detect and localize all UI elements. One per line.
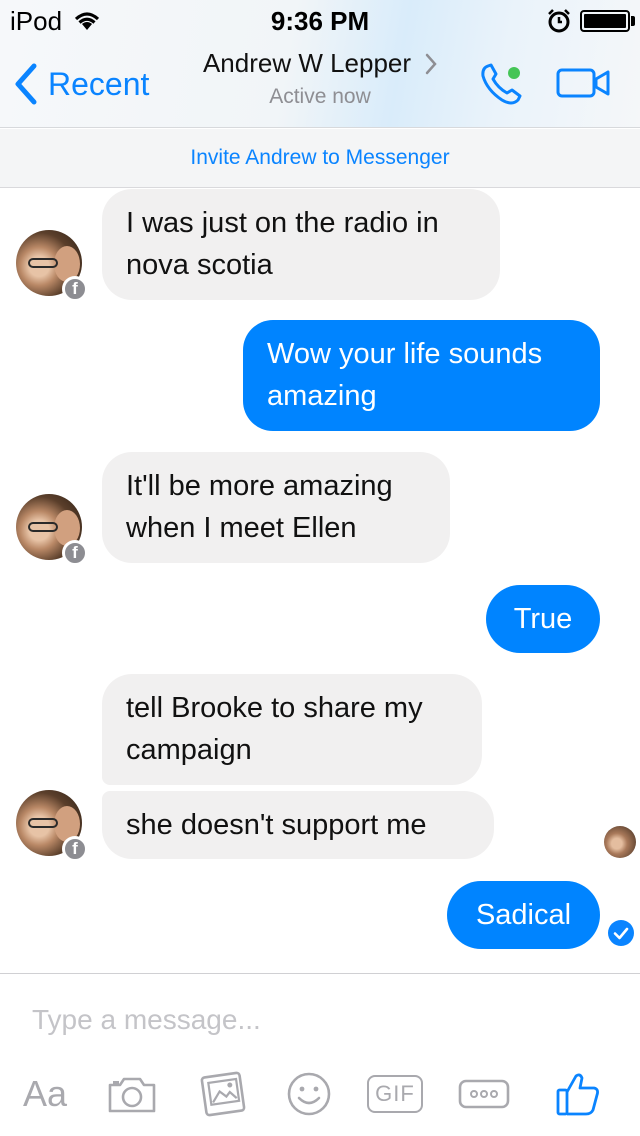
battery-tip <box>631 16 635 26</box>
thumbs-up-icon[interactable] <box>550 1066 606 1122</box>
delivered-check-icon <box>608 920 634 946</box>
composer-toolbar: Aa GIF <box>0 1066 640 1122</box>
text-format-label: Aa <box>22 1073 68 1114</box>
status-bar: iPod 9:36 PM <box>0 0 640 40</box>
battery-icon <box>580 10 630 32</box>
chevron-left-icon <box>15 63 37 105</box>
contact-name: Andrew W Lepper <box>202 48 412 78</box>
message-line: tell Brooke to share my <box>126 692 423 724</box>
nav-header: iPod 9:36 PM Recent Andrew W Lepper Acti… <box>0 0 640 128</box>
message-composer: Aa <box>0 973 640 1136</box>
text-format-icon[interactable]: Aa <box>14 1066 76 1122</box>
alarm-icon <box>546 8 572 39</box>
phone-icon <box>481 63 522 105</box>
facebook-badge-icon: f <box>62 836 88 862</box>
message-bubble-incoming[interactable]: she doesn't support me <box>102 791 494 859</box>
message-line: amazing <box>267 380 377 412</box>
more-icon[interactable] <box>456 1066 512 1122</box>
message-bubble-incoming[interactable]: I was just on the radio in nova scotia <box>102 189 500 300</box>
message-line: campaign <box>126 734 252 766</box>
status-time: 9:36 PM <box>270 6 370 36</box>
message-bubble-outgoing[interactable]: Wow your life sounds amazing <box>243 320 600 431</box>
invite-banner[interactable]: Invite Andrew to Messenger <box>0 129 640 188</box>
message-line: Wow your life sounds <box>267 338 543 370</box>
message-bubble-outgoing[interactable]: True <box>486 585 600 653</box>
voice-call-button[interactable] <box>478 60 528 113</box>
gallery-icon[interactable] <box>196 1066 250 1122</box>
read-receipt-avatar <box>604 826 636 858</box>
chevron-right-icon <box>425 53 437 74</box>
message-line: True <box>513 603 573 635</box>
contact-status: Active now <box>269 85 371 108</box>
gif-label: GIF <box>367 1075 423 1113</box>
messenger-screen: iPod 9:36 PM Recent Andrew W Lepper Acti… <box>0 0 640 1136</box>
message-line: It'll be more amazing <box>126 470 393 502</box>
emoji-icon[interactable] <box>284 1066 334 1122</box>
back-label: Recent <box>48 65 150 102</box>
contact-title[interactable]: Andrew W Lepper Active now <box>180 48 460 109</box>
video-camera-icon <box>556 68 610 98</box>
message-bubble-incoming[interactable]: It'll be more amazing when I meet Ellen <box>102 452 450 563</box>
gif-icon[interactable]: GIF <box>367 1066 423 1122</box>
message-bubble-incoming[interactable]: tell Brooke to share my campaign <box>102 674 482 785</box>
camera-icon[interactable] <box>104 1066 160 1122</box>
facebook-badge-icon: f <box>62 276 88 302</box>
message-line: Sadical <box>475 899 572 931</box>
message-line: she doesn't support me <box>126 809 427 841</box>
back-button[interactable]: Recent <box>14 62 149 106</box>
message-line: nova scotia <box>126 249 273 281</box>
video-call-button[interactable] <box>556 66 612 105</box>
message-input[interactable] <box>32 998 612 1042</box>
message-line: I was just on the radio in <box>126 207 439 239</box>
message-bubble-outgoing[interactable]: Sadical <box>447 881 600 949</box>
facebook-badge-icon: f <box>62 540 88 566</box>
message-line: when I meet Ellen <box>126 512 357 544</box>
